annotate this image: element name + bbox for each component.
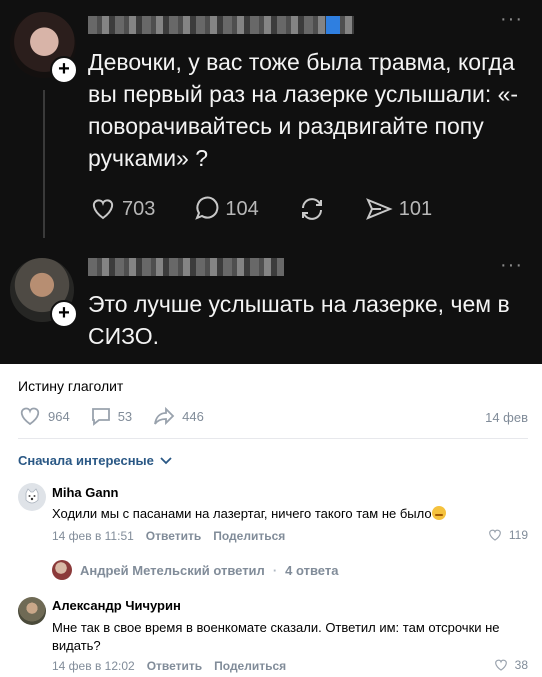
- share-link[interactable]: Поделиться: [213, 529, 285, 543]
- vk-like-button[interactable]: 964: [18, 405, 70, 427]
- vk-comment-count: 53: [117, 408, 133, 424]
- post-actions: 703 104 101: [90, 196, 432, 222]
- divider: [18, 438, 528, 439]
- heart-icon: [489, 529, 501, 541]
- verified-badge-blurred: [326, 16, 340, 34]
- heart-icon: [92, 199, 114, 220]
- chevron-down-icon: [160, 456, 172, 464]
- comment-like-button[interactable]: 119: [487, 528, 528, 542]
- reply-link[interactable]: Ответить: [146, 529, 201, 543]
- replies-author: Андрей Метельский ответил: [80, 562, 265, 578]
- comment-count: 104: [225, 197, 259, 220]
- sort-label: Сначала интересные: [18, 453, 154, 468]
- comment-date-2[interactable]: 14 фев в 12:02: [52, 659, 135, 673]
- comment-meta-2: 14 фев в 12:02 Ответить Поделиться: [52, 659, 286, 673]
- comment-button[interactable]: 104: [193, 196, 259, 222]
- comment-icon: [91, 408, 110, 426]
- reply-link-2[interactable]: Ответить: [147, 659, 202, 673]
- separator-dot: ·: [272, 562, 278, 578]
- comment-text-content: Ходили мы с пасанами на лазертаг, ничего…: [52, 506, 432, 521]
- thread-connector-line: [43, 90, 45, 238]
- comment-text: Ходили мы с пасанами на лазертаг, ничего…: [52, 505, 522, 523]
- dog-avatar-icon: [18, 483, 46, 511]
- comment-avatar[interactable]: [18, 483, 46, 511]
- vk-post-actions: 964 53 446: [18, 405, 204, 427]
- more-options-icon-2[interactable]: ···: [500, 254, 523, 277]
- emoji-icon: [431, 506, 446, 520]
- share-button[interactable]: 101: [365, 197, 432, 221]
- comment-like-button-2[interactable]: 38: [493, 658, 528, 672]
- follow-plus-icon[interactable]: +: [50, 56, 78, 84]
- like-count: 703: [122, 197, 156, 220]
- comment-date[interactable]: 14 фев в 11:51: [52, 529, 134, 543]
- comment-like-count: 119: [508, 528, 528, 542]
- author-name-blurred: [88, 16, 354, 34]
- reply-author-avatar: [52, 560, 72, 580]
- replies-count: 4 ответа: [285, 562, 339, 578]
- follow-plus-icon-2[interactable]: +: [50, 300, 78, 328]
- comment-avatar-2[interactable]: [18, 597, 46, 625]
- vk-share-count: 446: [182, 408, 204, 424]
- share-link-2[interactable]: Поделиться: [214, 659, 286, 673]
- send-icon: [365, 198, 393, 220]
- vk-share-button[interactable]: 446: [152, 405, 204, 427]
- post-text: Девочки, у вас тоже была травма, когда в…: [88, 49, 519, 171]
- vk-like-count: 964: [48, 408, 70, 424]
- author-name-blurred-2: [88, 258, 284, 276]
- show-replies-link[interactable]: Андрей Метельский ответил · 4 ответа: [52, 560, 338, 580]
- heart-icon: [494, 659, 507, 671]
- post-caption: Истину глаголит: [18, 378, 124, 394]
- share-count: 101: [398, 197, 433, 220]
- repost-button[interactable]: [297, 196, 327, 222]
- comment-bubble-icon: [195, 196, 219, 220]
- post-date: 14 фев: [485, 410, 528, 425]
- comment-author[interactable]: Miha Gann: [52, 485, 118, 500]
- reply-post-text: Это лучше услышать на лазерке, чем в СИЗ…: [88, 291, 510, 349]
- comment-like-count-2: 38: [514, 658, 528, 672]
- comment-author-2[interactable]: Александр Чичурин: [52, 598, 181, 613]
- comment-meta: 14 фев в 11:51 Ответить Поделиться: [52, 529, 285, 543]
- heart-icon: [20, 407, 40, 426]
- vk-comment-button[interactable]: 53: [90, 405, 132, 427]
- share-arrow-icon: [154, 406, 175, 426]
- like-button[interactable]: 703: [90, 197, 155, 221]
- more-options-icon[interactable]: ···: [500, 8, 523, 31]
- comment-sort-dropdown[interactable]: Сначала интересные: [18, 453, 172, 468]
- repost-icon: [301, 198, 322, 220]
- threads-screenshot: + ··· Девочки, у вас тоже была травма, к…: [0, 0, 542, 364]
- comment-text-2: Мне так в свое время в военкомате сказал…: [52, 620, 500, 653]
